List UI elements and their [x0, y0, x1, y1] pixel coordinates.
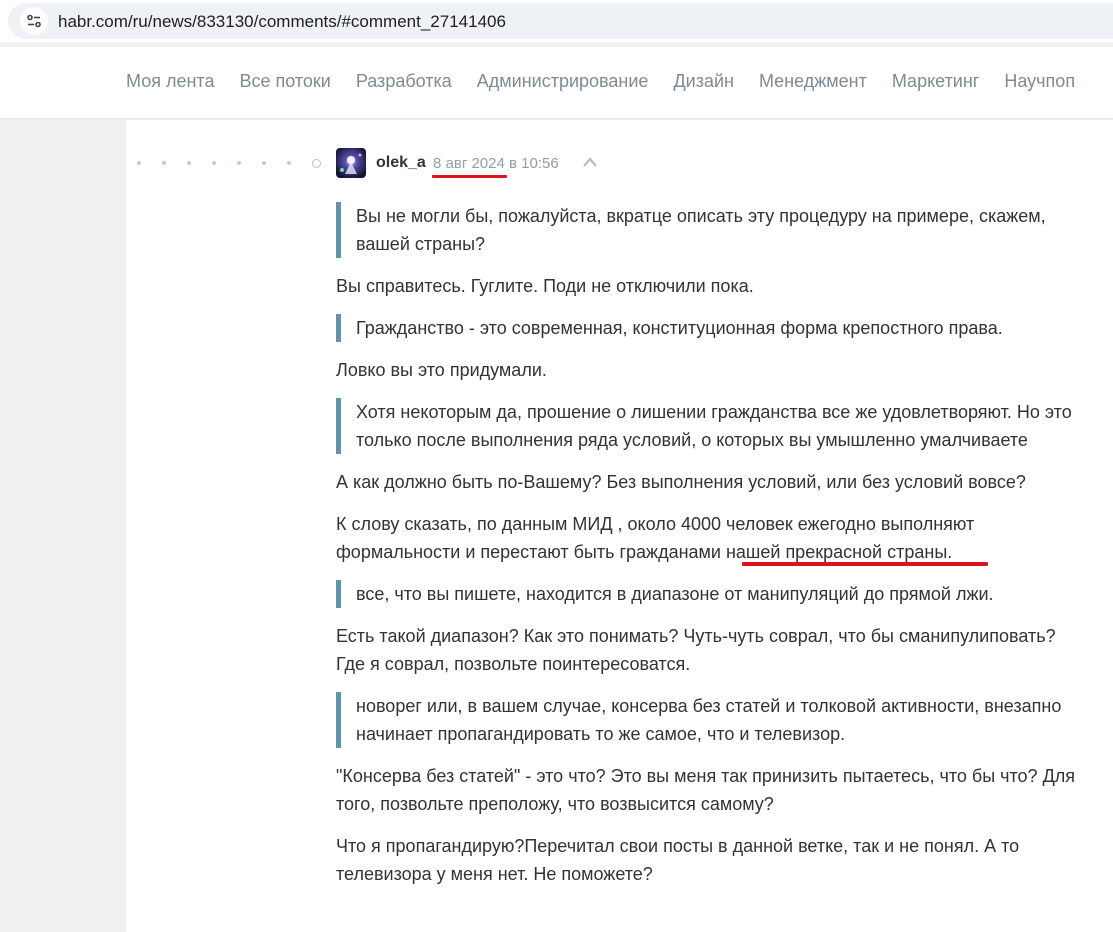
comment-date[interactable]: 8 авг 2024 [433, 155, 505, 172]
paragraph: Ловко вы это придумали. [336, 360, 547, 380]
comment-timestamp[interactable]: 8 авг 2024 в 10:56 [433, 155, 559, 172]
paragraph: "Консерва без статей" - это что? Это вы … [336, 766, 1076, 814]
blockquote: новорег или, в вашем случае, консерва бе… [336, 692, 1076, 748]
comments-area: olek_a 8 авг 2024 в 10:56 Вы не могли бы… [126, 120, 1113, 932]
hub-navigation: Моя лента Все потоки Разработка Администрир… [0, 47, 1113, 119]
paragraph: Что я пропагандирую?Перечитал свои посты… [336, 836, 1020, 884]
thread-dot [162, 159, 187, 167]
blockquote: Гражданство - это современная, конституц… [336, 314, 1076, 342]
thread-dot [187, 159, 212, 167]
paragraph: А как должно быть по-Вашему? Без выполне… [336, 472, 1026, 492]
text-annotation-underline [742, 562, 988, 566]
avatar[interactable] [336, 148, 366, 178]
url-text[interactable]: habr.com/ru/news/833130/comments/#commen… [58, 12, 506, 32]
thread-depth-indicator [137, 158, 337, 168]
blockquote: Хотя некоторым да, прошение о лишении гр… [336, 398, 1076, 454]
nav-item[interactable]: Администрирование [477, 71, 649, 92]
comment-time[interactable]: 10:56 [521, 155, 559, 172]
thread-dot [262, 159, 287, 167]
comment-author[interactable]: olek_a [376, 154, 426, 172]
blockquote: все, что вы пишете, находится в диапазон… [336, 580, 1076, 608]
thread-dot [287, 159, 312, 167]
thread-dot [212, 159, 237, 167]
chevron-up-icon[interactable] [582, 156, 598, 168]
nav-item[interactable]: Все потоки [239, 71, 330, 92]
thread-dot [237, 159, 262, 167]
comment-body: Вы не могли бы, пожалуйста, вкратце опис… [336, 202, 1076, 902]
paragraph: К слову сказать, по данным МИД , около 4… [336, 510, 1076, 566]
nav-item[interactable]: Менеджмент [759, 71, 867, 92]
date-annotation-underline [432, 175, 507, 178]
paragraph: Вы справитесь. Гуглите. Поди не отключил… [336, 276, 754, 296]
browser-address-bar: habr.com/ru/news/833130/comments/#commen… [0, 0, 1113, 42]
blockquote: Вы не могли бы, пожалуйста, вкратце опис… [336, 202, 1076, 258]
site-info-icon[interactable] [20, 7, 48, 35]
thread-dot-current[interactable] [312, 158, 337, 168]
nav-item[interactable]: Дизайн [673, 71, 734, 92]
nav-item[interactable]: Маркетинг [892, 71, 980, 92]
nav-item[interactable]: Разработка [356, 71, 452, 92]
nav-items: Моя лента Все потоки Разработка Администрир… [126, 71, 1075, 92]
omnibox[interactable]: habr.com/ru/news/833130/comments/#commen… [8, 3, 1113, 39]
paragraph: Есть такой диапазон? Как это понимать? Ч… [336, 626, 1056, 674]
thread-dot [137, 159, 162, 167]
comment-time-prefix: в [509, 155, 517, 172]
nav-item[interactable]: Научпоп [1004, 71, 1075, 92]
nav-item[interactable]: Моя лента [126, 71, 214, 92]
